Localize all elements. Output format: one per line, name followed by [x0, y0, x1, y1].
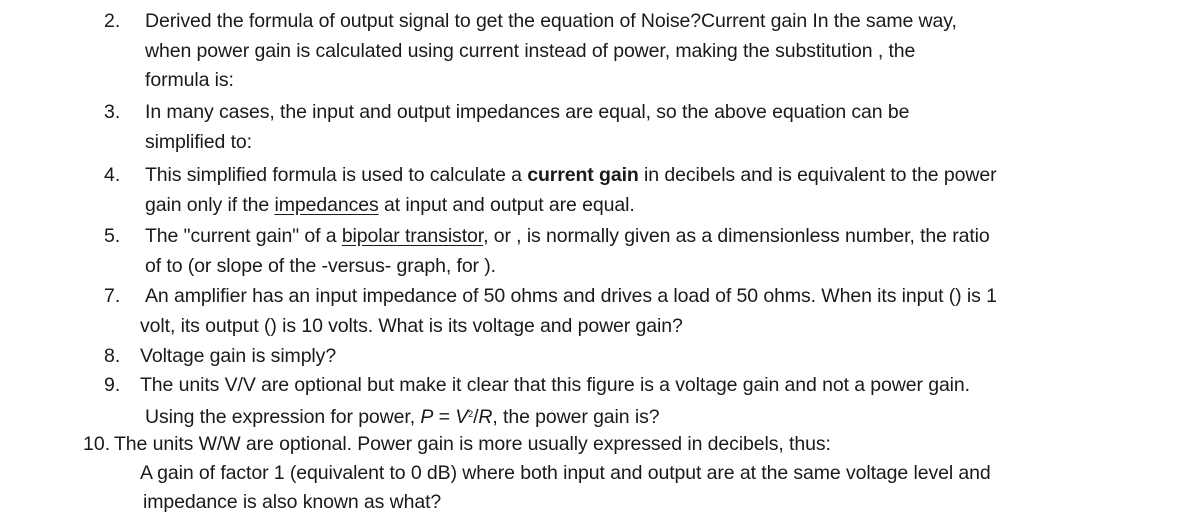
text-segment: , the power gain is? [492, 406, 660, 428]
text-segment: Using the expression for power, [145, 406, 421, 428]
item-text-line: An amplifier has an input impedance of 5… [145, 285, 997, 307]
formula-symbol-v: V [455, 406, 469, 428]
item-text-line: impedance is also known as what? [143, 491, 442, 513]
text-segment: gain only if the [145, 194, 275, 216]
item-text-line: Voltage gain is simply? [140, 345, 337, 367]
text-segment: in decibels and is equivalent to the pow… [638, 164, 997, 186]
item-number: 8. [104, 345, 121, 367]
bold-term-current-gain: current gain [527, 164, 639, 186]
item-number: 9. [104, 374, 121, 396]
power-formula: P = V2/R [420, 406, 492, 428]
item-text-line: The units W/W are optional. Power gain i… [114, 433, 831, 455]
item-number: 5. [104, 225, 121, 247]
text-segment: This simplified formula is used to calcu… [145, 164, 528, 186]
item-text-line: Using the expression for power, P = V2/R… [145, 401, 660, 430]
item-number: 4. [104, 164, 121, 186]
link-impedances[interactable]: impedances [274, 194, 378, 216]
item-text-line: A gain of factor 1 (equivalent to 0 dB) … [140, 462, 991, 484]
item-number: 7. [104, 285, 121, 307]
text-segment: The "current gain" of a [145, 225, 342, 247]
item-text-line: This simplified formula is used to calcu… [145, 162, 997, 188]
item-text-line: of to (or slope of the -versus- graph, f… [145, 255, 496, 277]
item-text-line: when power gain is calculated using curr… [145, 40, 916, 62]
formula-symbol-p: P [420, 406, 434, 428]
formula-equals: = [433, 406, 456, 428]
item-number: 3. [104, 101, 121, 123]
item-text-line: The "current gain" of a bipolar transist… [145, 223, 990, 249]
item-text-line: gain only if the impedances at input and… [145, 192, 635, 218]
text-segment: at input and output are equal. [378, 194, 635, 216]
item-text-line: formula is: [145, 69, 234, 91]
item-text-line: volt, its output () is 10 volts. What is… [140, 315, 683, 337]
document-page: 2. Derived the formula of output signal … [0, 0, 1200, 527]
item-number: 10. [83, 433, 111, 455]
item-text-line: The units V/V are optional but make it c… [140, 374, 970, 396]
link-bipolar-transistor[interactable]: bipolar transistor [342, 225, 483, 247]
formula-symbol-r: R [478, 406, 493, 428]
item-text-line: simplified to: [145, 131, 252, 153]
text-segment: , or , is normally given as a dimensionl… [483, 225, 990, 247]
item-number: 2. [104, 10, 121, 32]
item-text-line: Derived the formula of output signal to … [145, 10, 957, 32]
item-text-line: In many cases, the input and output impe… [145, 101, 910, 123]
